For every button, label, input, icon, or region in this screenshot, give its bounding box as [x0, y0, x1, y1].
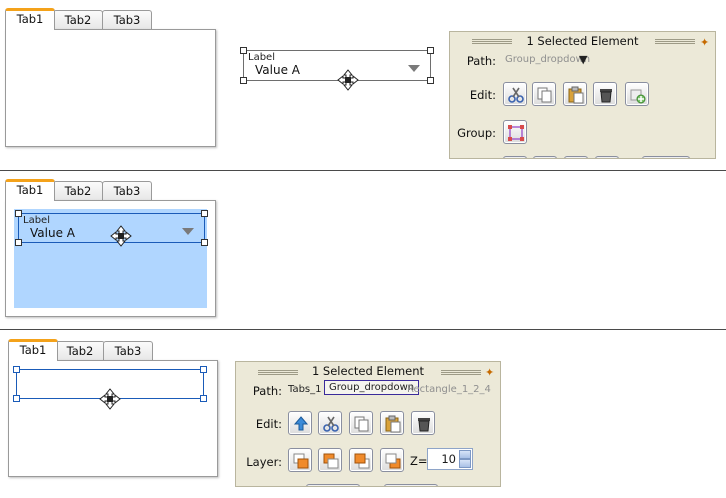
move-cursor-icon: [337, 69, 359, 91]
tab-2[interactable]: Tab2: [53, 10, 103, 30]
send-backward-button[interactable]: [349, 448, 373, 472]
edit-label: Edit:: [469, 88, 496, 102]
properties-panel-bottom: 1 Selected Element ✦ Path: Tabs_1 Group_…: [235, 361, 501, 487]
tab-3[interactable]: Tab3: [103, 341, 153, 361]
z-index-field[interactable]: 10: [427, 448, 473, 470]
properties-panel-top: 1 Selected Element ✦ Path: Group_dropdow…: [449, 31, 716, 159]
layer-label: Layer:: [246, 455, 282, 469]
z-label: Z=: [410, 454, 428, 468]
bring-to-front-button[interactable]: [288, 448, 312, 472]
resize-handle-bl[interactable]: [15, 239, 22, 246]
path-dropdown-arrow-icon[interactable]: ▼: [579, 53, 587, 66]
copy-icon: [537, 87, 552, 103]
resize-handle-br[interactable]: [201, 239, 208, 246]
resize-handle-tr[interactable]: [200, 366, 207, 373]
resize-handle-tl[interactable]: [15, 210, 22, 217]
paste-icon: [568, 86, 584, 104]
dropdown-value: Value A: [255, 63, 300, 77]
tab-widget-1: Tab1 Tab2 Tab3: [5, 8, 217, 149]
tab-1[interactable]: Tab1: [5, 179, 55, 201]
tab-2[interactable]: Tab2: [55, 341, 105, 361]
partial-button[interactable]: [564, 156, 588, 158]
move-cursor-icon: [99, 388, 121, 410]
dropdown-value: Value A: [30, 226, 75, 240]
partial-field[interactable]: [642, 156, 690, 158]
resize-handle-tl[interactable]: [240, 47, 247, 54]
send-to-back-button[interactable]: [380, 448, 404, 472]
section-divider: [0, 170, 726, 171]
tab-3[interactable]: Tab3: [102, 10, 152, 30]
copy-icon: [354, 416, 369, 432]
path-item-tabs[interactable]: Tabs_1: [288, 384, 322, 395]
partial-button[interactable]: [503, 156, 527, 158]
tab-body[interactable]: [5, 29, 216, 147]
group-button[interactable]: [503, 120, 527, 144]
duplicate-icon: [630, 89, 646, 104]
resize-handle-bl[interactable]: [240, 77, 247, 84]
move-cursor-icon: [110, 225, 132, 247]
partial-button[interactable]: [533, 156, 557, 158]
pin-icon[interactable]: ✦: [485, 366, 494, 379]
resize-handle-tr[interactable]: [427, 47, 434, 54]
path-label: Path:: [466, 54, 496, 68]
copy-button[interactable]: [349, 411, 373, 435]
chevron-down-icon[interactable]: [182, 228, 194, 235]
resize-handle-br[interactable]: [200, 395, 207, 402]
send-backward-icon: [354, 453, 370, 469]
spin-down-icon[interactable]: [459, 459, 471, 468]
path-item-group-dropdown[interactable]: Group_dropdown: [324, 380, 420, 395]
resize-handle-bl[interactable]: [13, 395, 20, 402]
path-label: Path:: [252, 384, 282, 398]
group-label: Group:: [457, 126, 496, 140]
spin-up-icon[interactable]: [459, 450, 471, 459]
copy-button[interactable]: [532, 82, 556, 106]
path-item[interactable]: Group_dropdown: [505, 54, 590, 65]
z-index-value: 10: [441, 452, 456, 466]
resize-handle-br[interactable]: [427, 77, 434, 84]
partial-field[interactable]: [384, 484, 438, 486]
tab-3[interactable]: Tab3: [102, 181, 152, 201]
duplicate-button[interactable]: [625, 82, 649, 106]
tab-widget-2: Tab1 Tab2 Tab3: [5, 179, 217, 320]
path-item-rectangle[interactable]: Rectangle_1_2_4: [407, 384, 491, 395]
cut-button[interactable]: [503, 82, 527, 106]
trash-icon: [418, 418, 430, 432]
delete-button[interactable]: [593, 82, 617, 106]
scissors-icon: [508, 87, 524, 103]
arrow-up-icon: [293, 416, 309, 431]
tab-1[interactable]: Tab1: [5, 8, 55, 30]
resize-handle-tl[interactable]: [13, 366, 20, 373]
scissors-icon: [323, 416, 339, 432]
bring-to-front-icon: [293, 453, 309, 469]
edit-label: Edit:: [255, 417, 282, 431]
section-divider: [0, 329, 726, 330]
partial-button[interactable]: [595, 156, 619, 158]
trash-icon: [600, 89, 612, 103]
panel-grip-right[interactable]: [655, 39, 695, 44]
dropdown-label: Label: [23, 215, 50, 226]
cut-button[interactable]: [318, 411, 342, 435]
group-icon: [508, 125, 524, 141]
tab-2[interactable]: Tab2: [53, 181, 103, 201]
panel-grip-right[interactable]: [441, 370, 481, 375]
dropdown-label: Label: [248, 52, 275, 63]
delete-button[interactable]: [411, 411, 435, 435]
pin-icon[interactable]: ✦: [700, 36, 709, 49]
tab-1[interactable]: Tab1: [8, 339, 58, 361]
paste-button[interactable]: [380, 411, 404, 435]
paste-icon: [385, 415, 401, 433]
resize-handle-tr[interactable]: [201, 210, 208, 217]
partial-field[interactable]: [306, 484, 360, 486]
paste-button[interactable]: [563, 82, 587, 106]
bring-forward-icon: [323, 453, 339, 469]
move-up-button[interactable]: [288, 411, 312, 435]
send-to-back-icon: [385, 453, 401, 469]
bring-forward-button[interactable]: [318, 448, 342, 472]
chevron-down-icon[interactable]: [408, 65, 420, 72]
